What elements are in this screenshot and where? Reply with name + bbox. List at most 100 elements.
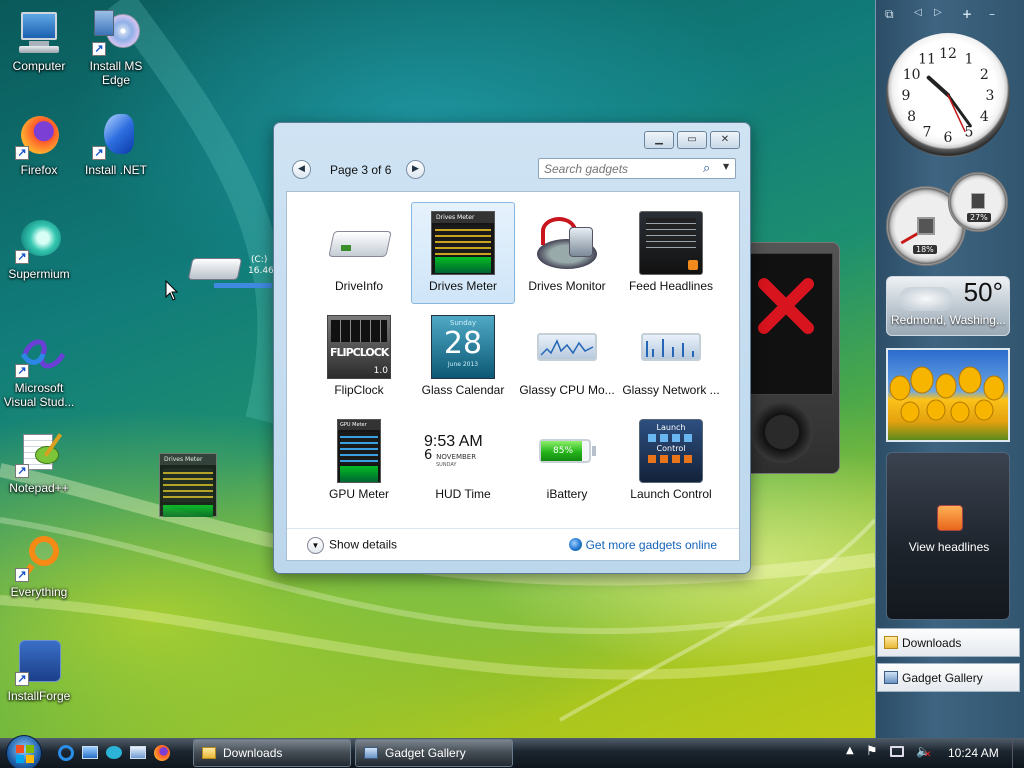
- meter-graph: [163, 505, 213, 517]
- gadget-label: Glassy CPU Mo...: [519, 383, 615, 397]
- firefox-icon[interactable]: [154, 745, 170, 761]
- desktop-icon-visual-studio[interactable]: ↗ Microsoft Visual Stud...: [2, 330, 76, 409]
- clock-numeral: 2: [980, 67, 989, 83]
- gadget-tile-feed-headlines[interactable]: Feed Headlines: [619, 202, 723, 304]
- internet-explorer-icon[interactable]: [58, 745, 74, 761]
- desktop-icon-firefox[interactable]: ↗ Firefox: [2, 112, 76, 177]
- start-button[interactable]: [6, 735, 42, 768]
- drive-info-thumbnail: [327, 211, 392, 275]
- gadget-label: Glass Calendar: [421, 383, 505, 397]
- drive-usage-bar: [214, 283, 272, 288]
- taskbar: Downloads Gadget Gallery ▲ ⚑ 🔈 ✕ 10:24 A…: [0, 735, 1024, 768]
- gadget-tile-glass-calendar[interactable]: Sunday 28 June 2013 Glass Calendar: [411, 306, 515, 408]
- thumb-calendar-footer: June 2013: [447, 361, 479, 368]
- desktop-icon-label: Install MS Edge: [89, 59, 143, 87]
- windows-logo-icon: [16, 745, 34, 763]
- desktop-icon-install-net[interactable]: ↗ Install .NET: [79, 112, 153, 177]
- dragged-driveinfo-gadget[interactable]: (C:) 16.46: [187, 252, 274, 292]
- drives-monitor-thumbnail: [535, 211, 599, 275]
- thumb-launch-sub: Control: [656, 444, 686, 453]
- show-details-toggle[interactable]: ▼ Show details: [307, 537, 397, 554]
- slideshow-gadget[interactable]: [886, 348, 1010, 442]
- quick-launch-bar: [58, 745, 178, 761]
- desktop-icon-label: Notepad++: [9, 481, 69, 495]
- rss-icon: [688, 260, 698, 270]
- everything-search-icon: ↗: [15, 534, 63, 582]
- gadget-tile-driveinfo[interactable]: DriveInfo: [307, 202, 411, 304]
- installer-disc-icon: ↗: [92, 8, 140, 56]
- action-center-flag-icon[interactable]: ⚑: [866, 744, 878, 759]
- folder-icon: [202, 747, 216, 759]
- show-hidden-icons-icon[interactable]: ▲: [846, 745, 854, 756]
- clock-face: 12 12 3 45678 9 1011: [902, 46, 995, 146]
- desktop-icon-notepad-plus-plus[interactable]: ↗ Notepad++: [2, 430, 76, 495]
- weather-location: Redmond, Washing...: [891, 313, 1006, 327]
- search-box: ⌕ ▼: [538, 158, 736, 179]
- gadget-tile-glassy-cpu-monitor[interactable]: Glassy CPU Mo...: [515, 306, 619, 408]
- dragged-drives-meter-gadget[interactable]: Drives Meter: [159, 453, 217, 517]
- gadget-tile-ibattery[interactable]: 85% iBattery: [515, 410, 619, 512]
- shortcut-arrow-icon: ↗: [15, 250, 29, 264]
- network-icon[interactable]: [890, 746, 904, 757]
- sidebar-task-downloads[interactable]: Downloads: [877, 628, 1020, 657]
- gadget-label: Drives Meter: [428, 279, 497, 293]
- clock-gadget[interactable]: 12 1 2 3 4 5 6 7 8 9 10 11: [886, 33, 1010, 157]
- previous-page-button[interactable]: ◀: [292, 160, 311, 179]
- previous-gadgets-icon[interactable]: ◁: [914, 7, 922, 18]
- gadget-tile-gpu-meter[interactable]: GPU Meter GPU Meter: [307, 410, 411, 512]
- clock-numeral: 3: [986, 88, 995, 104]
- minimize-sidebar-icon[interactable]: –: [989, 7, 995, 21]
- gadget-gallery-icon: [884, 671, 898, 684]
- thumb-launch-title: Launch: [656, 423, 686, 432]
- minimize-button[interactable]: ▁: [644, 131, 674, 149]
- chevron-down-icon[interactable]: ▼: [723, 162, 729, 171]
- gadget-label: GPU Meter: [328, 487, 389, 501]
- desktop-icon-supermium[interactable]: ↗ Supermium: [2, 216, 76, 281]
- gadget-tile-hud-time[interactable]: 9:53 AM 6 NOVEMBER SUNDAY HUD Time: [411, 410, 515, 512]
- next-page-button[interactable]: ▶: [406, 160, 425, 179]
- taskbar-button-downloads[interactable]: Downloads: [193, 739, 351, 767]
- maximize-button[interactable]: ▭: [677, 131, 707, 149]
- gadget-overlap-icon[interactable]: ⧉: [885, 7, 894, 22]
- desktop-icon-install-ms-edge[interactable]: ↗ Install MS Edge: [79, 8, 153, 87]
- clock-time[interactable]: 10:24 AM: [948, 746, 999, 760]
- sidebar-toolbar: ⧉ ◁ ▷ + –: [876, 4, 1024, 26]
- gadget-gallery-window[interactable]: ▁ ▭ ✕ ◀ Page 3 of 6 ▶ ⌕ ▼ DriveIn: [273, 122, 751, 574]
- control-panel-icon[interactable]: [130, 746, 146, 759]
- gadget-tile-flipclock[interactable]: FLIPCLOCK 1.0 FlipClock: [307, 306, 411, 408]
- clock-numeral: 8: [907, 109, 916, 125]
- search-icon[interactable]: ⌕: [703, 161, 710, 176]
- desktop-icon-everything[interactable]: ↗ Everything: [2, 534, 76, 599]
- view-headlines-label[interactable]: View headlines: [887, 540, 1011, 554]
- desktop-icon-installforge[interactable]: ↗ InstallForge: [2, 638, 76, 703]
- weather-gadget[interactable]: 50° Redmond, Washing...: [886, 276, 1010, 336]
- media-player-gadget[interactable]: [740, 242, 840, 474]
- gadget-tile-drives-meter[interactable]: Drives Meter Drives Meter: [411, 202, 515, 304]
- clock-numeral: 7: [923, 124, 932, 140]
- show-desktop-icon[interactable]: [82, 746, 98, 759]
- switch-windows-icon[interactable]: [106, 746, 122, 759]
- desktop-icon-computer[interactable]: Computer: [2, 8, 76, 73]
- thumb-calendar-day: 28: [443, 326, 483, 361]
- add-gadget-icon[interactable]: +: [962, 7, 972, 21]
- computer-icon: [15, 8, 63, 56]
- feed-headlines-gadget[interactable]: View headlines: [886, 452, 1010, 620]
- folder-icon: [884, 636, 898, 649]
- cpu-meter-gadget[interactable]: 18% 27%: [884, 170, 1014, 268]
- gadget-label: FlipClock: [334, 383, 384, 397]
- cpu-usage-text: 18%: [913, 245, 937, 254]
- next-gadgets-icon[interactable]: ▷: [934, 7, 942, 18]
- media-player-wheel[interactable]: [751, 401, 813, 463]
- get-more-gadgets-link[interactable]: Get more gadgets online: [568, 538, 717, 552]
- gadget-tile-drives-monitor[interactable]: Drives Monitor: [515, 202, 619, 304]
- gadget-tile-launch-control[interactable]: Launch Control Launch Control: [619, 410, 723, 512]
- search-input[interactable]: [539, 159, 699, 178]
- taskbar-button-gadget-gallery[interactable]: Gadget Gallery: [355, 739, 513, 767]
- shortcut-arrow-icon: ↗: [92, 42, 106, 56]
- close-button[interactable]: ✕: [710, 131, 740, 149]
- show-desktop-button[interactable]: [1012, 738, 1024, 768]
- clock-numeral: 1: [965, 52, 974, 68]
- gadget-tile-glassy-network-monitor[interactable]: Glassy Network ...: [619, 306, 723, 408]
- desktop-icon-label: Everything: [10, 585, 68, 599]
- sidebar-task-gadget-gallery[interactable]: Gadget Gallery: [877, 663, 1020, 692]
